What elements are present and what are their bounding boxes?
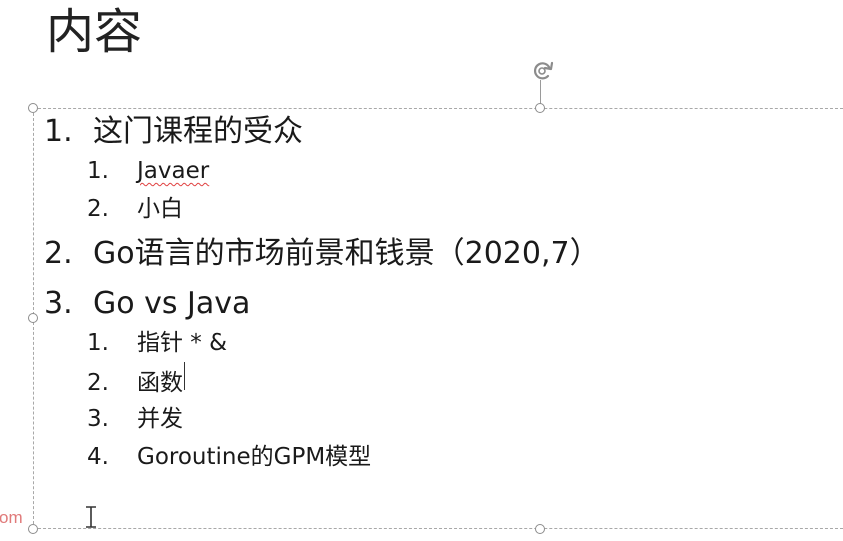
subitem-text: Goroutine的GPM模型 [137, 444, 372, 470]
text-caret [184, 362, 185, 390]
resize-handle-middle-left[interactable] [28, 313, 38, 323]
outline-subitem[interactable]: 1. 指针 * & [44, 324, 600, 362]
item-text: Go vs Java [93, 286, 251, 321]
item-number: 2. [44, 236, 73, 271]
subitem-number: 1. [87, 330, 109, 356]
subitem-number: 3. [87, 406, 109, 432]
subitem-number: 2. [87, 370, 109, 396]
subitem-text: 指针 * & [137, 330, 228, 356]
subitem-text: 小白 [137, 196, 183, 222]
item-number: 1. [44, 114, 73, 149]
watermark-text: om [0, 508, 23, 527]
rotate-handle-icon[interactable] [529, 58, 557, 84]
slide-title[interactable]: 内容 [46, 2, 142, 62]
outline-subitem[interactable]: 2. 函数 [44, 362, 600, 400]
outline-subitem[interactable]: 1. Javaer [44, 152, 600, 190]
item-text: Go语言的市场前景和钱景（2020,7） [93, 236, 600, 271]
resize-handle-bottom-middle[interactable] [535, 524, 545, 534]
outline-subitem[interactable]: 3. 并发 [44, 400, 600, 438]
resize-handle-bottom-left[interactable] [28, 524, 38, 534]
outline-item[interactable]: 3. Go vs Java [44, 284, 600, 324]
text-cursor-icon [86, 506, 96, 528]
outline-subitem[interactable]: 2. 小白 [44, 190, 600, 228]
subitem-number: 1. [87, 158, 109, 184]
subitem-text: 并发 [137, 406, 183, 432]
subitem-number: 4. [87, 444, 109, 470]
outline-item[interactable]: 2. Go语言的市场前景和钱景（2020,7） [44, 234, 600, 274]
subitem-text: Javaer [137, 158, 210, 184]
subitem-text: 函数 [137, 370, 183, 396]
bullet-outline[interactable]: 1. 这门课程的受众 1. Javaer 2. 小白 2. Go语言的市场前景和… [44, 112, 600, 476]
outline-item[interactable]: 1. 这门课程的受众 [44, 112, 600, 152]
item-number: 3. [44, 286, 73, 321]
resize-handle-top-left[interactable] [28, 103, 38, 113]
subitem-number: 2. [87, 196, 109, 222]
item-text: 这门课程的受众 [93, 114, 303, 149]
outline-subitem[interactable]: 4. Goroutine的GPM模型 [44, 438, 600, 476]
